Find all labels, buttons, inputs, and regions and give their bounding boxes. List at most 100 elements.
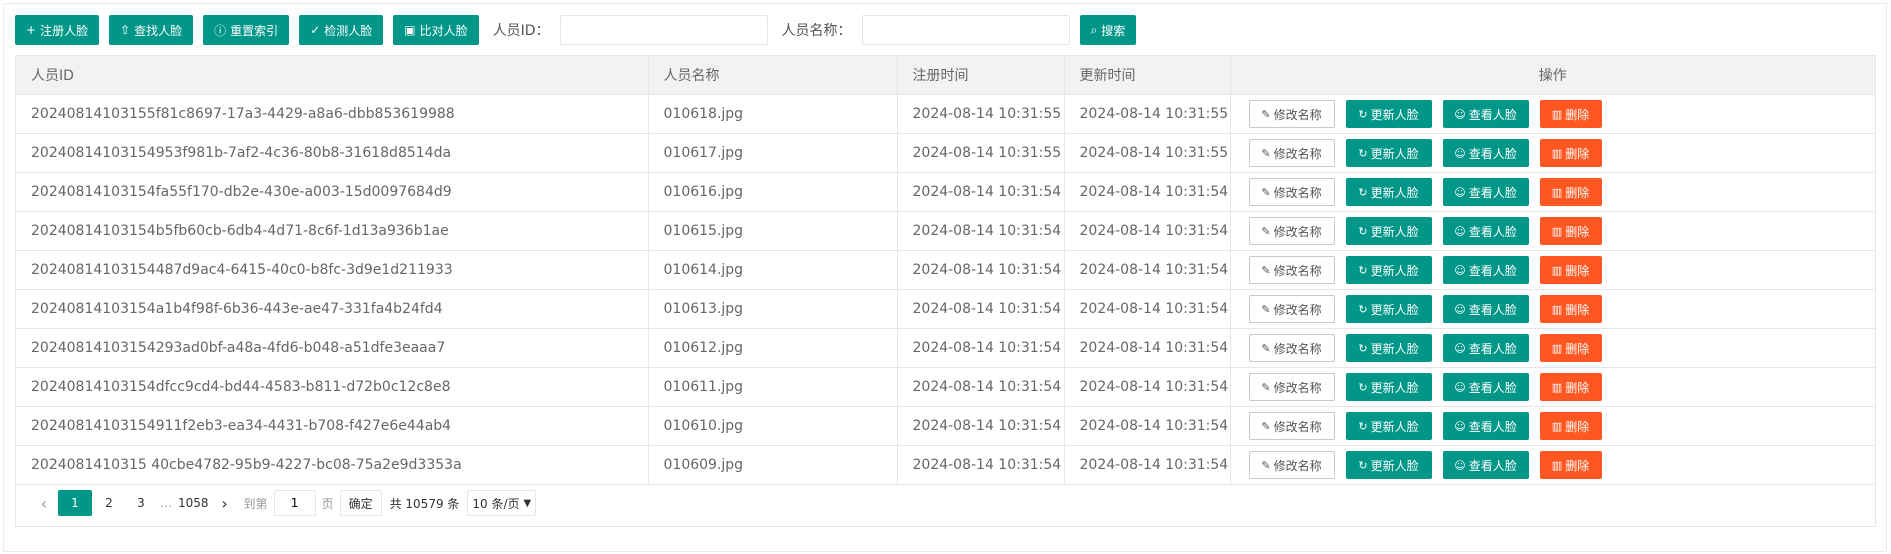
pencil-icon: ✎ — [1261, 419, 1271, 433]
rename-button[interactable]: ✎ 修改名称 — [1248, 178, 1335, 206]
delete-label: 删除 — [1565, 380, 1590, 395]
view-face-button[interactable]: ☺ 查看人脸 — [1442, 178, 1529, 206]
page-button-3[interactable]: 3 — [126, 490, 156, 516]
search-button[interactable]: ⌕ 搜索 — [1079, 15, 1137, 45]
view-face-button[interactable]: ☺ 查看人脸 — [1442, 451, 1529, 479]
reset-index-label: 重置索引 — [230, 23, 279, 38]
face-table-container: 人员ID 人员名称 注册时间 更新时间 操作 20240814103155f81… — [15, 55, 1876, 527]
pencil-icon: ✎ — [1261, 341, 1271, 355]
pencil-icon: ✎ — [1261, 458, 1271, 472]
update-face-label: 更新人脸 — [1370, 185, 1419, 200]
view-face-label: 查看人脸 — [1468, 224, 1517, 239]
delete-label: 删除 — [1565, 419, 1590, 434]
delete-button[interactable]: ▥ 删除 — [1539, 334, 1602, 362]
row-actions: ✎ 修改名称 ↻ 更新人脸 ☺ 查看人脸 ▥ 删除 — [1248, 295, 1876, 323]
rename-label: 修改名称 — [1273, 107, 1322, 122]
update-face-button[interactable]: ↻ 更新人脸 — [1345, 139, 1432, 167]
rename-button[interactable]: ✎ 修改名称 — [1248, 256, 1335, 284]
view-face-button[interactable]: ☺ 查看人脸 — [1442, 100, 1529, 128]
update-face-label: 更新人脸 — [1370, 458, 1419, 473]
view-face-label: 查看人脸 — [1468, 146, 1517, 161]
goto-page-input[interactable] — [273, 490, 316, 516]
view-face-button[interactable]: ☺ 查看人脸 — [1442, 217, 1529, 245]
user-icon: ☺ — [1454, 419, 1466, 433]
table-row: 20240814103154487d9ac4-6415-40c0-b8fc-3d… — [16, 250, 1875, 290]
person-name-input[interactable] — [861, 15, 1070, 45]
rename-button[interactable]: ✎ 修改名称 — [1248, 412, 1335, 440]
cell-person-id: 20240814103154fa55f170-db2e-430e-a003-15… — [16, 172, 649, 212]
plus-icon: + — [26, 23, 37, 37]
update-face-button[interactable]: ↻ 更新人脸 — [1345, 100, 1432, 128]
page-button-last[interactable]: 1058 — [176, 490, 211, 516]
cell-updated-time: 2024-08-14 10:31:55 — [1064, 94, 1231, 134]
goto-confirm-button[interactable]: 确定 — [339, 490, 382, 516]
person-id-input[interactable] — [559, 15, 768, 45]
pencil-icon: ✎ — [1261, 302, 1271, 316]
table-row: 20240814103154b5fb60cb-6db4-4d71-8c6f-1d… — [16, 211, 1875, 251]
view-face-button[interactable]: ☺ 查看人脸 — [1442, 256, 1529, 284]
delete-button[interactable]: ▥ 删除 — [1539, 139, 1602, 167]
delete-button[interactable]: ▥ 删除 — [1539, 256, 1602, 284]
compare-face-button[interactable]: ▣ 比对人脸 — [393, 15, 479, 45]
update-face-button[interactable]: ↻ 更新人脸 — [1345, 178, 1432, 206]
trash-icon: ▥ — [1551, 146, 1563, 160]
rename-button[interactable]: ✎ 修改名称 — [1248, 217, 1335, 245]
view-face-label: 查看人脸 — [1468, 458, 1517, 473]
view-face-label: 查看人脸 — [1468, 185, 1517, 200]
cell-person-id: 20240814103154dfcc9cd4-bd44-4583-b811-d7… — [16, 367, 649, 407]
view-face-button[interactable]: ☺ 查看人脸 — [1442, 412, 1529, 440]
cell-person-id: 20240814103154b5fb60cb-6db4-4d71-8c6f-1d… — [16, 211, 649, 251]
delete-button[interactable]: ▥ 删除 — [1539, 295, 1602, 323]
update-face-label: 更新人脸 — [1370, 302, 1419, 317]
rename-label: 修改名称 — [1273, 224, 1322, 239]
update-face-button[interactable]: ↻ 更新人脸 — [1345, 412, 1432, 440]
cell-registered-time: 2024-08-14 10:31:54 — [897, 211, 1065, 251]
table-row: 2024081410315 40cbe4782-95b9-4227-bc08-7… — [16, 445, 1875, 485]
header-person-name: 人员名称 — [648, 56, 898, 95]
view-face-button[interactable]: ☺ 查看人脸 — [1442, 373, 1529, 401]
next-page-icon[interactable]: › — [212, 494, 238, 513]
refresh-icon: ↻ — [1358, 224, 1368, 238]
rename-button[interactable]: ✎ 修改名称 — [1248, 295, 1335, 323]
cell-person-name: 010609.jpg — [648, 445, 898, 485]
delete-button[interactable]: ▥ 删除 — [1539, 100, 1602, 128]
register-face-button[interactable]: + 注册人脸 — [15, 15, 100, 45]
delete-button[interactable]: ▥ 删除 — [1539, 451, 1602, 479]
detect-face-button[interactable]: ✓ 检测人脸 — [299, 15, 384, 45]
delete-button[interactable]: ▥ 删除 — [1539, 373, 1602, 401]
page-unit-label: 页 — [321, 496, 334, 511]
page-button-2[interactable]: 2 — [94, 490, 124, 516]
update-face-button[interactable]: ↻ 更新人脸 — [1345, 295, 1432, 323]
reset-index-button[interactable]: ⓘ 重置索引 — [203, 15, 290, 45]
table-row: 20240814103155f81c8697-17a3-4429-a8a6-db… — [16, 94, 1875, 134]
check-icon: ✓ — [310, 23, 321, 37]
find-face-button[interactable]: ⇧ 查找人脸 — [109, 15, 194, 45]
toolbar: + 注册人脸 ⇧ 查找人脸 ⓘ 重置索引 ✓ 检测人脸 ▣ 比对人脸 人员ID：… — [15, 15, 1146, 45]
rename-button[interactable]: ✎ 修改名称 — [1248, 139, 1335, 167]
update-face-button[interactable]: ↻ 更新人脸 — [1345, 217, 1432, 245]
page-button-1[interactable]: 1 — [58, 490, 92, 516]
view-face-button[interactable]: ☺ 查看人脸 — [1442, 139, 1529, 167]
rename-button[interactable]: ✎ 修改名称 — [1248, 451, 1335, 479]
update-face-button[interactable]: ↻ 更新人脸 — [1345, 334, 1432, 362]
delete-label: 删除 — [1565, 341, 1590, 356]
update-face-button[interactable]: ↻ 更新人脸 — [1345, 373, 1432, 401]
prev-page-icon[interactable]: ‹ — [31, 494, 57, 513]
delete-button[interactable]: ▥ 删除 — [1539, 178, 1602, 206]
rename-button[interactable]: ✎ 修改名称 — [1248, 334, 1335, 362]
rename-button[interactable]: ✎ 修改名称 — [1248, 100, 1335, 128]
cell-actions: ✎ 修改名称 ↻ 更新人脸 ☺ 查看人脸 ▥ 删除 — [1230, 211, 1875, 251]
rename-button[interactable]: ✎ 修改名称 — [1248, 373, 1335, 401]
page-size-select[interactable]: 10 条/页 ▼ — [467, 490, 537, 516]
view-face-button[interactable]: ☺ 查看人脸 — [1442, 295, 1529, 323]
update-face-label: 更新人脸 — [1370, 146, 1419, 161]
view-face-button[interactable]: ☺ 查看人脸 — [1442, 334, 1529, 362]
table-row: 20240814103154dfcc9cd4-bd44-4583-b811-d7… — [16, 367, 1875, 407]
delete-button[interactable]: ▥ 删除 — [1539, 217, 1602, 245]
register-face-label: 注册人脸 — [40, 23, 89, 38]
delete-button[interactable]: ▥ 删除 — [1539, 412, 1602, 440]
update-face-button[interactable]: ↻ 更新人脸 — [1345, 451, 1432, 479]
table-row: 20240814103154911f2eb3-ea34-4431-b708-f4… — [16, 406, 1875, 446]
update-face-button[interactable]: ↻ 更新人脸 — [1345, 256, 1432, 284]
rename-label: 修改名称 — [1273, 458, 1322, 473]
